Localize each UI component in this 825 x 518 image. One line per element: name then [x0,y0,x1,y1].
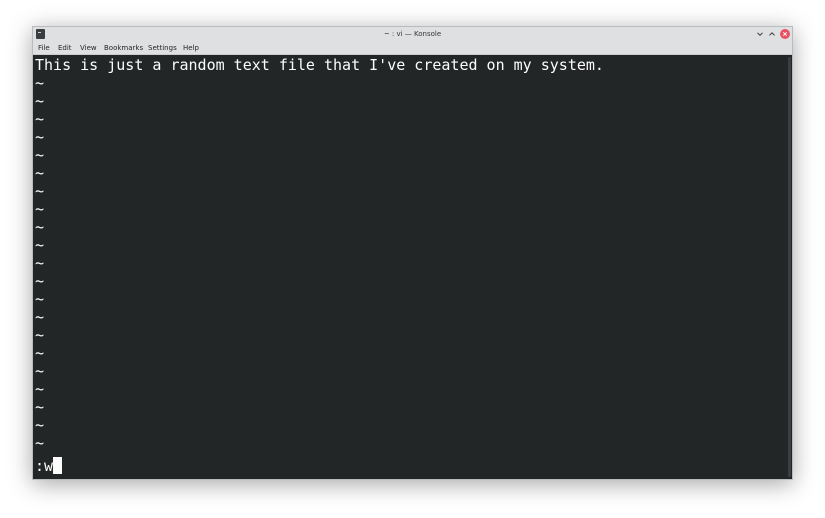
text-line: This is just a random text file that I'v… [35,56,604,74]
empty-line-tilde: ~ [35,92,45,110]
maximize-icon[interactable] [767,29,777,39]
empty-line-tilde: ~ [35,254,45,272]
empty-line-tilde: ~ [35,344,45,362]
vi-command-line[interactable]: :w [35,457,63,475]
empty-line-tilde: ~ [35,200,45,218]
empty-line-tilde: ~ [35,164,45,182]
empty-line-tilde: ~ [35,362,45,380]
empty-line-tilde: ~ [35,398,45,416]
close-icon[interactable] [780,29,790,39]
menu-edit[interactable]: Edit [58,43,72,54]
empty-line-tilde: ~ [35,74,45,92]
menu-help[interactable]: Help [183,43,199,54]
empty-line-tilde: ~ [35,416,45,434]
menu-file[interactable]: File [38,43,50,54]
empty-line-tilde: ~ [35,128,45,146]
menu-settings[interactable]: Settings [148,43,177,54]
empty-line-tilde: ~ [35,308,45,326]
empty-line-tilde: ~ [35,146,45,164]
konsole-window: ~ : vi — Konsole File Edit View Bookmark… [32,26,793,480]
scrollbar[interactable] [788,57,791,477]
empty-line-tilde: ~ [35,380,45,398]
empty-line-tilde: ~ [35,110,45,128]
menu-bookmarks[interactable]: Bookmarks [104,43,143,54]
text-cursor [53,457,63,474]
empty-line-tilde: ~ [35,326,45,344]
empty-line-tilde: ~ [35,272,45,290]
empty-line-tilde: ~ [35,218,45,236]
command-text: :w [35,457,54,475]
terminal-view[interactable]: This is just a random text file that I'v… [33,55,792,479]
empty-line-tilde: ~ [35,290,45,308]
window-title: ~ : vi — Konsole [383,30,442,38]
menu-view[interactable]: View [80,43,97,54]
empty-line-tilde: ~ [35,434,45,452]
title-bar[interactable]: ~ : vi — Konsole [33,27,792,42]
empty-line-tilde: ~ [35,182,45,200]
menu-bar: File Edit View Bookmarks Settings Help [33,42,792,55]
minimize-icon[interactable] [755,29,765,39]
empty-line-tilde: ~ [35,236,45,254]
